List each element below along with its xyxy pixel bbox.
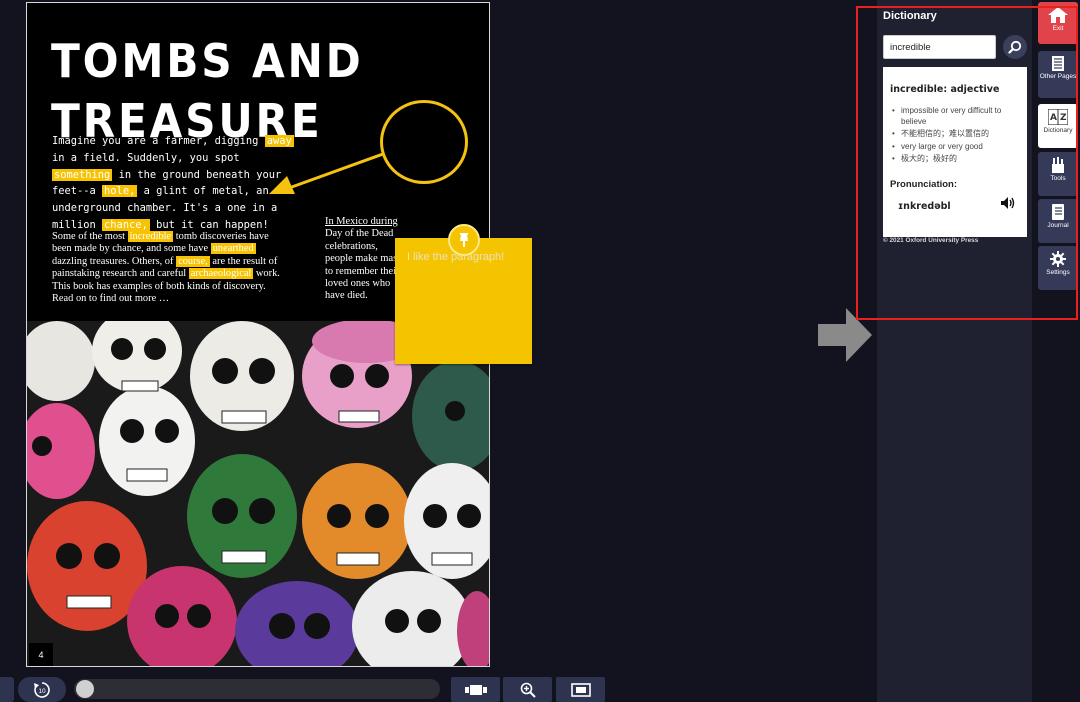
gear-icon [1050,251,1066,267]
next-page-arrow-icon[interactable] [816,306,874,364]
body-paragraph[interactable]: Some of the most incredible tomb discove… [52,231,288,305]
highlighted-word[interactable]: something [52,168,113,181]
sidebar-item-label: Settings [1046,269,1070,276]
intro-text: but it can happen! [149,218,269,231]
arrow-annotation [269,152,384,194]
highlighted-word[interactable]: archaeological [188,268,254,280]
highlighted-word[interactable]: hole, [102,185,138,198]
zoom-in-icon [520,682,536,698]
definition-list: impossible or very difficult to believe … [890,105,1024,165]
title-line-1: TOMBS AND [51,34,364,88]
sidebar-item-label: Other Pages [1039,73,1077,80]
fit-width-button[interactable] [451,677,500,702]
highlighted-word[interactable]: course, [176,255,210,267]
definition-item: 不能相信的；难以置信的 [890,128,1024,139]
dictionary-icon: A Z [1048,109,1068,125]
pin-icon[interactable] [448,224,480,256]
intro-text: in a field. Suddenly, you spot [52,151,240,164]
tools-icon [1052,157,1064,173]
caption-underlined: In Mexico during [325,216,398,227]
previous-button[interactable] [0,677,14,702]
dictionary-button[interactable]: A Z Dictionary [1038,104,1078,148]
definition-item: very large or very good [890,141,1024,152]
highlighted-word[interactable]: unearthed [210,243,256,255]
pronunciation-label: Pronunciation: [890,179,958,190]
intro-paragraph[interactable]: Imagine you are a farmer, digging away i… [52,133,300,234]
dictionary-panel: Dictionary incredible: adjective impossi… [877,0,1032,702]
home-icon [1048,7,1068,23]
exit-button[interactable]: Exit [1038,2,1078,44]
sidebar-item-label: Journal [1047,222,1069,229]
audio-progress-slider[interactable] [74,679,440,699]
fullscreen-button[interactable] [556,677,605,702]
intro-text: Imagine you are a farmer, digging [52,135,265,147]
sidebar-item-label: Tools [1050,175,1066,182]
side-toolbar: Exit Other Pages A Z Dictionary Tools Jo… [1032,0,1080,702]
definition-item: 极大的；极好的 [890,153,1024,164]
sidebar-item-label: Dictionary [1043,127,1073,134]
definition-item: impossible or very difficult to believe [890,105,1024,127]
copyright-text: © 2021 Oxford University Press [883,237,979,244]
journal-icon [1052,204,1064,220]
fullscreen-icon [570,682,591,697]
fit-width-icon [464,684,487,695]
highlighted-word[interactable]: away [264,135,294,147]
replay-icon: 10 [34,681,50,698]
tools-button[interactable]: Tools [1038,152,1078,196]
sidebar-item-label: Exit [1052,25,1064,32]
replay-seconds-label: 10 [38,688,46,695]
pages-icon [1052,56,1064,71]
sugar-skulls-photo [27,321,489,666]
sticky-note[interactable]: I like the paragraph! [395,238,532,364]
svg-text:A: A [1050,113,1057,123]
highlighted-word[interactable]: chance, [102,218,150,231]
dictionary-search-input[interactable] [883,35,996,59]
highlighted-word[interactable]: incredible [127,231,174,242]
zoom-button[interactable] [503,677,552,702]
body-text: Some of the most [52,231,128,242]
slider-thumb[interactable] [76,680,94,698]
journal-button[interactable]: Journal [1038,199,1078,243]
replay-button[interactable]: 10 [18,677,66,702]
circle-annotation [380,100,468,184]
settings-button[interactable]: Settings [1038,246,1078,290]
speaker-icon[interactable] [1000,196,1016,210]
dictionary-title: Dictionary [883,10,937,22]
svg-text:Z: Z [1060,113,1067,123]
page-number: 4 [29,643,53,666]
headword: incredible: adjective [890,84,1000,95]
definition-card: incredible: adjective impossible or very… [883,67,1027,237]
other-pages-button[interactable]: Other Pages [1038,51,1078,98]
body-text: dazzling treasures. Others, of [52,255,177,267]
pronunciation-text: ɪnkredəbl [898,201,951,212]
search-icon[interactable] [1003,35,1027,59]
